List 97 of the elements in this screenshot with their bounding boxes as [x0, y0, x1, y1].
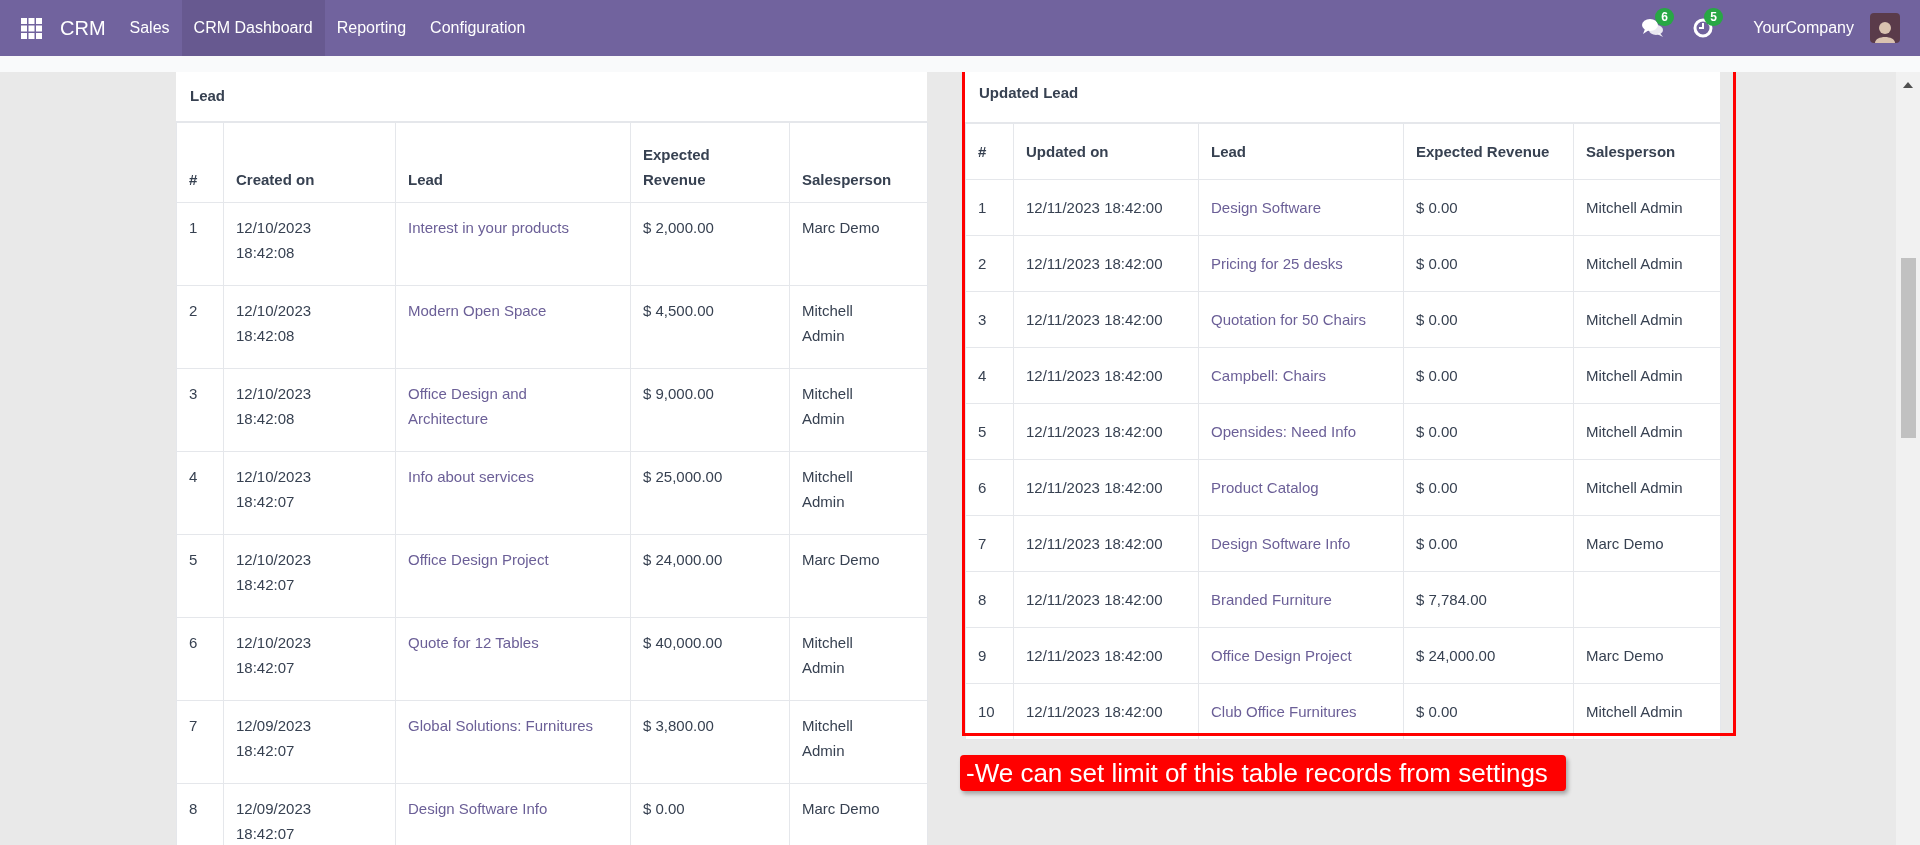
table-cell-text: 4	[978, 366, 988, 386]
table-cell-text: Mitchell Admin	[802, 301, 854, 346]
table-cell-text: 8	[978, 590, 988, 610]
table-cell-text: 2	[189, 301, 199, 321]
table-cell-text: $ 0.00	[1416, 254, 1459, 274]
table-cell-text: 12/11/2023 18:42:00	[1026, 422, 1164, 442]
table-cell-text: 3	[978, 310, 988, 330]
table-cell-text: Marc Demo	[802, 799, 881, 819]
table-cell-text: 12/11/2023 18:42:00	[1026, 254, 1164, 274]
table-cell-text: 12/09/2023 18:42:07	[236, 799, 313, 844]
table-cell-text: $ 7,784.00	[1416, 590, 1488, 610]
table-cell-text: $ 0.00	[1416, 422, 1459, 442]
table-cell-text: $ 40,000.00	[643, 633, 724, 653]
panel-title: Updated Lead	[965, 72, 1720, 123]
table-cell-text: 1	[978, 198, 988, 218]
table-cell-text: 12/11/2023 18:42:00	[1026, 198, 1164, 218]
table-cell-text: 12/11/2023 18:42:00	[1026, 534, 1164, 554]
column-header: Expected Revenue	[643, 145, 711, 190]
table-cell-text: $ 2,000.00	[643, 218, 715, 238]
table-cell-text: 12/11/2023 18:42:00	[1026, 646, 1164, 666]
column-header: Salesperson	[1586, 142, 1677, 162]
table-cell-text: 7	[189, 716, 199, 736]
table-cell-text: $ 0.00	[643, 799, 686, 819]
table-cell-text: Marc Demo	[802, 550, 881, 570]
table-cell-text: 1	[189, 218, 199, 238]
column-header: Created on	[236, 170, 316, 190]
table-cell-text: $ 0.00	[1416, 366, 1459, 386]
menu-item[interactable]: Sales	[117, 0, 182, 56]
annotation-callout: -We can set limit of this table records from settings	[960, 755, 1566, 791]
table-cell-text: 5	[189, 550, 199, 570]
table-cell-text: Marc Demo	[1586, 534, 1665, 554]
scroll-up-icon[interactable]	[1903, 82, 1913, 88]
table-cell-text: Mitchell Admin	[1586, 254, 1684, 274]
table-cell-text: Mitchell Admin	[1586, 422, 1684, 442]
table-cell-text: $ 0.00	[1416, 478, 1459, 498]
table-cell-text: 7	[978, 534, 988, 554]
column-header: Salesperson	[802, 170, 893, 190]
table-cell-text: Mitchell Admin	[1586, 310, 1684, 330]
table-cell-text: Mitchell Admin	[1586, 702, 1684, 722]
table-cell-text: Mitchell Admin	[1586, 478, 1684, 498]
table-cell-text: $ 24,000.00	[643, 550, 724, 570]
table-cell-text: 12/09/2023 18:42:07	[236, 716, 313, 761]
table-cell-text: Marc Demo	[1586, 646, 1665, 666]
column-header: Expected Revenue	[1416, 142, 1551, 162]
table-cell-text: $ 25,000.00	[643, 467, 724, 487]
table-cell-text: 12/10/2023 18:42:07	[236, 550, 313, 595]
table-cell-text: Mitchell Admin	[802, 384, 854, 429]
table-cell-text: 6	[189, 633, 199, 653]
table-cell-text: $ 0.00	[1416, 534, 1459, 554]
column-header: Lead	[1211, 142, 1247, 162]
column-header: Updated on	[1026, 142, 1110, 162]
menu-item[interactable]: Reporting	[324, 0, 419, 56]
table-cell-text: $ 24,000.00	[1416, 646, 1497, 666]
column-header: #	[978, 142, 988, 162]
table-cell-text: 8	[189, 799, 199, 819]
activity-count-badge: 5	[1704, 8, 1723, 26]
menu-item[interactable]: CRM Dashboard	[181, 0, 325, 56]
table-cell-text: 4	[189, 467, 199, 487]
column-header: #	[189, 170, 199, 190]
table-cell-text: 12/11/2023 18:42:00	[1026, 702, 1164, 722]
app-menu-icon[interactable]	[21, 17, 42, 39]
panel-title: Lead	[176, 72, 927, 122]
table-cell-text: 12/10/2023 18:42:08	[236, 218, 313, 263]
table-cell-text: 12/10/2023 18:42:08	[236, 301, 313, 346]
table-cell-text: 2	[978, 254, 988, 274]
user-avatar[interactable]	[1870, 13, 1900, 43]
menu-item[interactable]: Configuration	[418, 0, 538, 56]
table-cell-text: $ 0.00	[1416, 702, 1459, 722]
scrollbar-thumb[interactable]	[1901, 258, 1916, 438]
table-cell-text: 12/10/2023 18:42:07	[236, 633, 313, 678]
company-name[interactable]: YourCompany	[1753, 16, 1854, 40]
table-cell-text: Mitchell Admin	[1586, 366, 1684, 386]
table-cell-text: 12/11/2023 18:42:00	[1026, 310, 1164, 330]
table-cell-text: 12/10/2023 18:42:07	[236, 467, 313, 512]
table-cell-text: Mitchell Admin	[802, 633, 854, 678]
table-cell-text: 5	[978, 422, 988, 442]
table-cell-text: $ 3,800.00	[643, 716, 715, 736]
table-cell-text: Mitchell Admin	[802, 467, 854, 512]
table-cell-text: 12/11/2023 18:42:00	[1026, 590, 1164, 610]
table-cell-text: Marc Demo	[802, 218, 881, 238]
table-cell-text: 12/11/2023 18:42:00	[1026, 366, 1164, 386]
table-cell-text: $ 0.00	[1416, 310, 1459, 330]
app-name[interactable]: CRM	[60, 13, 106, 43]
scrollbar[interactable]	[1896, 72, 1920, 845]
table-cell-text: $ 0.00	[1416, 198, 1459, 218]
table-cell-text: 12/10/2023 18:42:08	[236, 384, 313, 429]
table-cell-text: Mitchell Admin	[1586, 198, 1684, 218]
table-cell-text: 6	[978, 478, 988, 498]
table-cell-text: Mitchell Admin	[802, 716, 854, 761]
table-cell-text: 3	[189, 384, 199, 404]
message-count-badge: 6	[1655, 8, 1674, 26]
table-cell-text: 10	[978, 702, 996, 722]
table-cell-text: $ 4,500.00	[643, 301, 715, 321]
table-cell-text: $ 9,000.00	[643, 384, 715, 404]
table-cell-text: 9	[978, 646, 988, 666]
table-cell-text: 12/11/2023 18:42:00	[1026, 478, 1164, 498]
column-header: Lead	[408, 170, 444, 190]
